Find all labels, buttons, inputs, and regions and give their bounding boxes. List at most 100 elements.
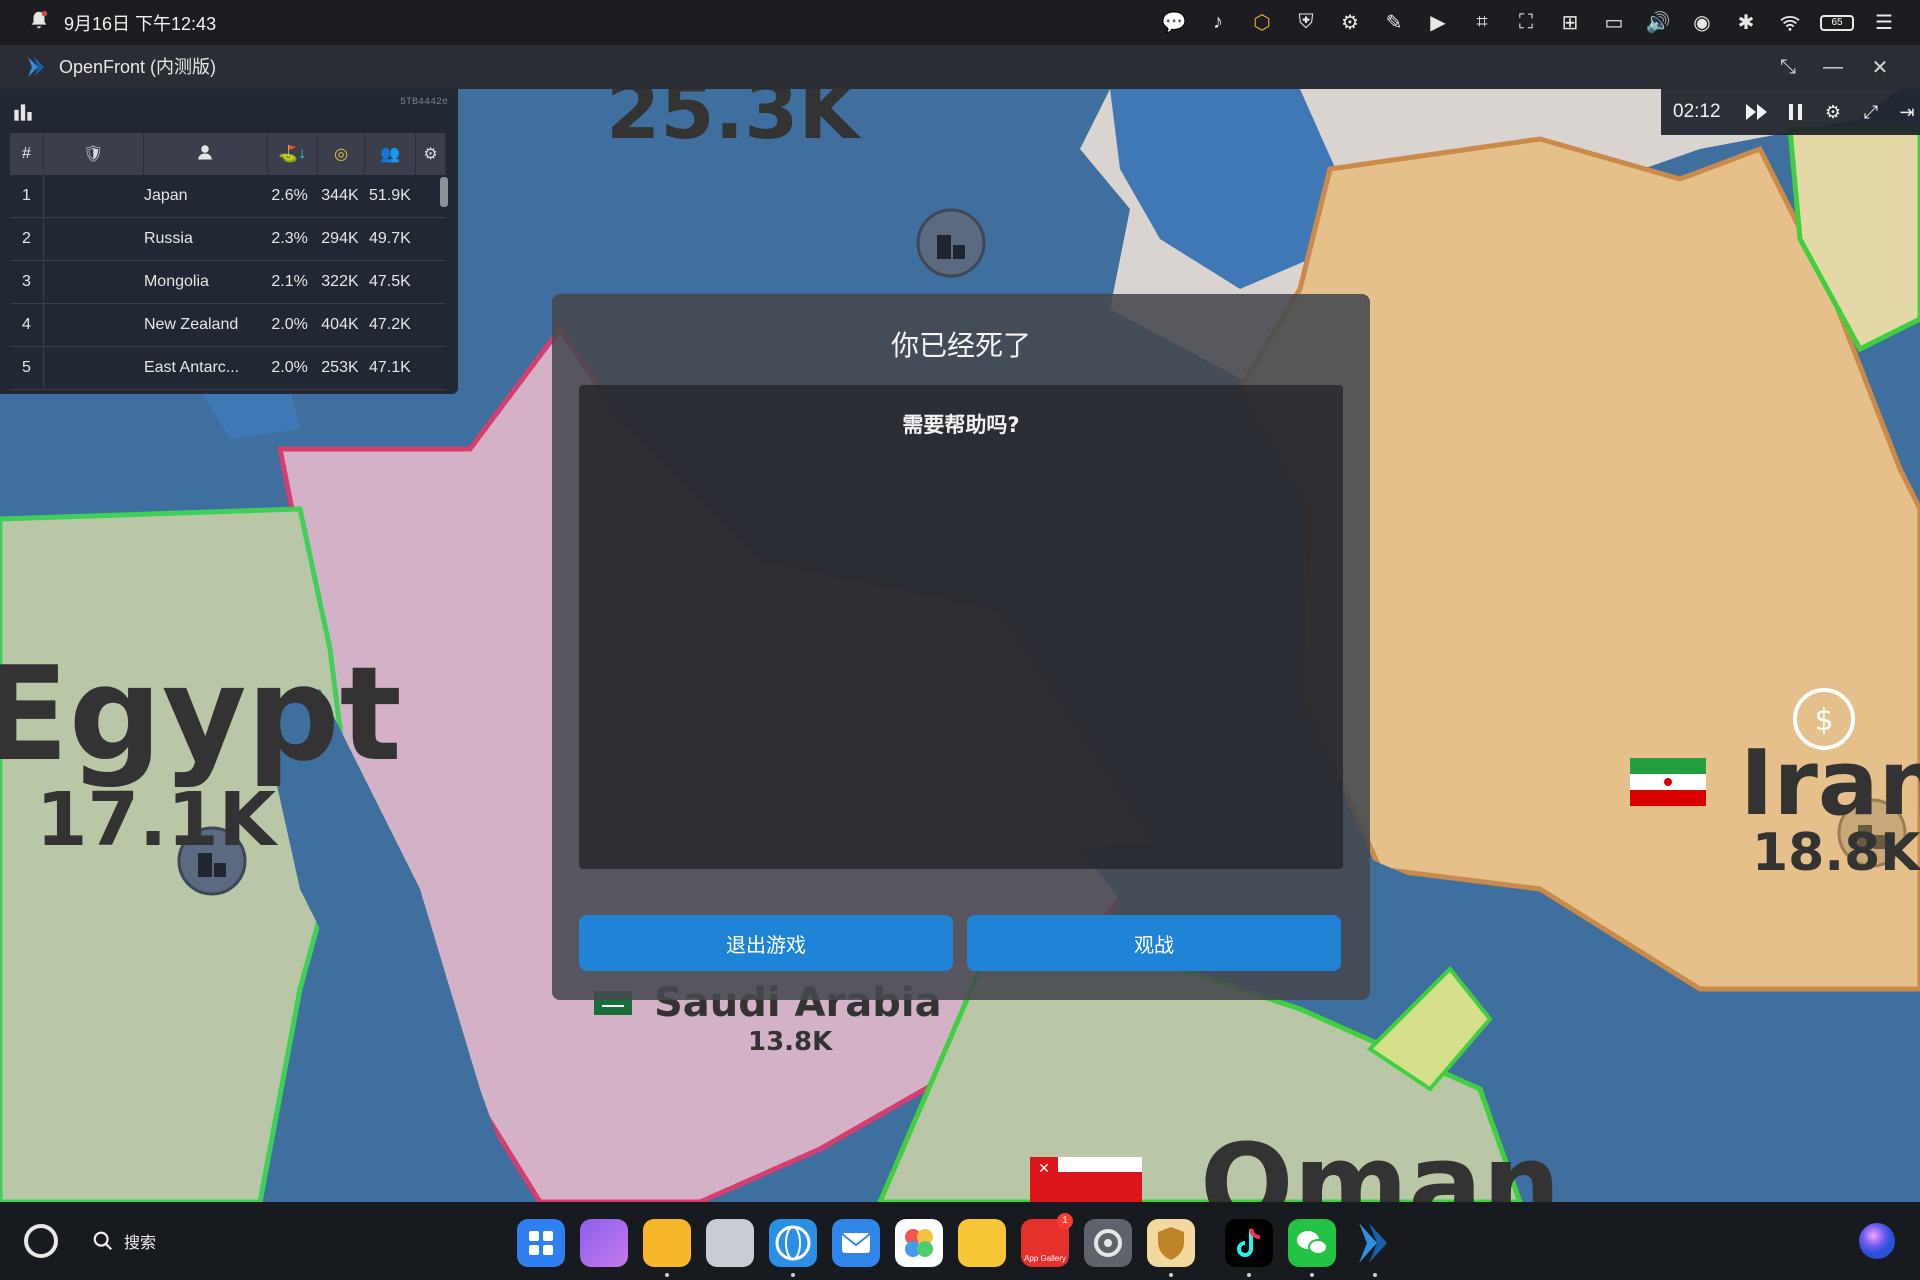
volume-icon[interactable]: 🔊 [1644,9,1672,37]
start-menu-icon[interactable] [517,1219,565,1267]
map-label-oman: Oman [1200,1120,1561,1202]
leaderboard-header: # 🛡 ⛳ ↓ ◎ 👥 ⚙ [10,133,446,175]
minimize-icon[interactable]: — [1811,45,1855,89]
rank-header[interactable]: # [10,133,44,175]
map-label-iran-troops: 18.8K [1752,823,1920,883]
crop-icon[interactable]: ⛶ [1512,9,1540,37]
table-row[interactable]: 4 New Zealand 2.0% 404K 47.2K [10,303,446,347]
settings-icon: ⚙ [423,146,438,163]
nfc-icon[interactable]: ◉ [1688,9,1716,37]
settings-icon[interactable] [1084,1219,1132,1267]
table-row[interactable]: 3 Mongolia 2.1% 322K 47.5K [10,260,446,304]
player-icon [196,143,214,161]
table-row[interactable]: 5 East Antarc... 2.0% 253K 47.1K [10,346,446,390]
status-bar: 9月16日 下午12:43 💬 ♪ ⬡ ⛨ ⚙ ✎ ▶ ⌗ ⛶ ⊞ ▭ 🔊 ◉ … [0,0,1920,45]
edit-icon[interactable]: ✎ [1380,9,1408,37]
iran-flag-icon [1630,758,1706,806]
settings-app-icon[interactable]: ⚙ [1336,9,1364,37]
gold-cell: 344K [317,175,365,218]
window-title: OpenFront (内测版) [59,57,217,77]
browser-icon[interactable] [769,1219,817,1267]
flag-column-icon: 🛡 [83,146,104,163]
shield-icon[interactable]: ⛨ [1292,9,1320,37]
leaderboard-scrollbar[interactable] [440,177,448,207]
gold-cell: 404K [317,303,365,347]
modal-content-panel: 需要帮助吗? [579,385,1343,869]
battery-icon: 65 [1820,14,1854,31]
restore-icon[interactable]: ⤡ [1766,45,1810,89]
pause-icon[interactable] [1782,98,1810,126]
flag-header[interactable]: 🛡 [43,133,144,175]
player-header[interactable] [143,133,268,175]
mail-icon[interactable] [832,1219,880,1267]
city-icon[interactable] [915,207,987,279]
leaderboard-panel: 5TB4442e # 🛡 ⛳ ↓ ◎ 👥 ⚙ 1 Japan 2.6% 344K … [0,89,458,394]
gold-cell: 322K [317,260,365,304]
player-name: Russia [42,217,268,261]
rank-cell: 2 [10,217,44,261]
close-icon[interactable]: ✕ [1858,45,1902,89]
troops-cell: 47.2K [364,303,416,347]
map-label-saudi-troops: 13.8K [748,1027,833,1057]
screenshot-icon[interactable]: ⌗ [1468,9,1496,37]
window-title-bar: OpenFront (内测版) ⤡ — ✕ [0,45,1920,89]
rank-cell: 3 [10,260,44,304]
rank-cell: 4 [10,303,44,347]
player-name: Mongolia [42,260,268,304]
territory-cell: 2.0% [267,346,318,390]
gold-cell: 294K [317,217,365,261]
spectate-button[interactable]: 观战 [967,915,1341,971]
settings-gear-icon[interactable]: ⚙ [1819,98,1847,126]
exit-game-button[interactable]: 退出游戏 [579,915,953,971]
modal-title: 你已经死了 [890,329,1031,362]
table-row[interactable]: 2 Russia 2.3% 294K 49.7K [10,217,446,261]
territory-cell: 2.1% [267,260,318,304]
troops-cell: 49.7K [364,217,416,261]
notes-icon[interactable] [958,1219,1006,1267]
troops-icon: 👥 [380,146,401,163]
taskbar: 搜索 App Gallery 1 [0,1202,1920,1280]
assistant-orb-icon[interactable] [1857,1221,1897,1261]
help-prompt: 需要帮助吗? [902,413,1020,437]
photos-icon[interactable] [895,1219,943,1267]
bluetooth-icon[interactable]: ✱ [1732,9,1760,37]
openfront-logo-icon [28,57,44,77]
search-icon [93,1231,113,1251]
trash-icon[interactable] [706,1219,754,1267]
fast-forward-icon[interactable] [1743,98,1771,126]
wechat-icon[interactable]: 💬 [1160,9,1188,37]
wechat-icon[interactable] [1288,1219,1336,1267]
troops-cell: 47.1K [364,346,416,390]
app-gallery-label: App Gallery [1024,1254,1066,1263]
tiktok-icon[interactable]: ♪ [1204,9,1232,37]
shield-app-icon[interactable] [1147,1219,1195,1267]
taskbar-search[interactable]: 搜索 [92,1222,156,1260]
files-icon[interactable] [643,1219,691,1267]
video-icon[interactable]: ▶ [1424,9,1452,37]
player-name: East Antarc... [42,346,268,390]
wifi-icon[interactable] [1776,9,1804,37]
multitask-icon[interactable] [580,1219,628,1267]
territory-cell: 2.3% [267,217,318,261]
gold-header[interactable]: ◎ [317,133,366,175]
tiktok-icon[interactable] [1225,1219,1273,1267]
rank-cell: 1 [10,175,44,218]
fullscreen-icon[interactable]: ⤢ [1857,98,1885,126]
territory-header[interactable]: ⛳ ↓ [267,133,318,175]
leaderboard-table: # 🛡 ⛳↓ ◎ 👥 ⚙ 1 Japan 2.6% 344K 51.9K 2 [10,133,446,390]
oman-flag-icon: ✕ [1030,1157,1142,1202]
bar-chart-icon[interactable] [10,99,36,125]
table-row[interactable]: 1 Japan 2.6% 344K 51.9K [10,175,446,218]
openfront-icon[interactable] [1351,1219,1399,1267]
settings-header[interactable]: ⚙ [415,133,446,175]
territory-sort-icon: ⛳ ↓ [278,145,307,163]
app-gallery-icon[interactable]: App Gallery 1 [1021,1213,1073,1267]
control-center-icon[interactable]: ☰ [1870,9,1898,37]
troops-header[interactable]: 👥 [364,133,417,175]
assistant-icon[interactable] [23,1223,59,1259]
exit-icon[interactable]: ⇥ [1893,98,1920,126]
bell-icon[interactable] [28,9,50,36]
screen-icon[interactable]: ▭ [1600,9,1628,37]
grid-icon[interactable]: ⊞ [1556,9,1584,37]
shield-app-icon[interactable]: ⬡ [1248,9,1276,37]
